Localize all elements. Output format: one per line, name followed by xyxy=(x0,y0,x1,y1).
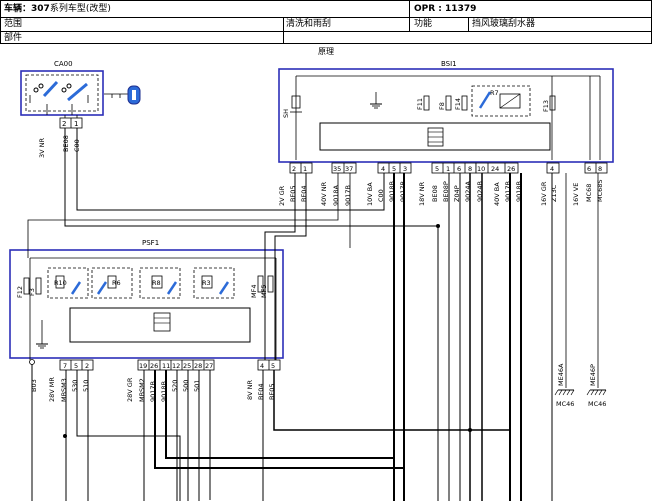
psf-c2-wire-3: 520 xyxy=(171,380,179,392)
bsi-c1-name: 2V GR xyxy=(278,185,286,206)
psf-c2-pin-6: 27 xyxy=(205,362,213,370)
bsi-c4-pin-3: 8 xyxy=(468,165,472,173)
bsi1-module: SH F11 F8 F14 R7 F13 xyxy=(278,68,614,163)
bsi-c5-name: 40V BA xyxy=(493,182,501,206)
diagram-title: 原理 xyxy=(318,47,334,56)
bsi-c5-wire-0: 9024B xyxy=(476,181,484,202)
ground-b-wire: ME46P xyxy=(589,364,597,386)
bsi-sh: SH xyxy=(282,109,290,118)
bsi-c7-pin-0: 6 xyxy=(587,165,591,173)
bsi-c7-name: 16V VE xyxy=(572,183,580,206)
b03-label: B03 xyxy=(30,379,38,392)
ground-b-label: MC46 xyxy=(588,400,606,408)
psf-c2-pin-1: 26 xyxy=(150,362,158,370)
ground-mc46-b: ME46P MC46 xyxy=(586,173,606,408)
wires xyxy=(27,128,553,501)
psf-c1-pin-0: 7 xyxy=(63,362,67,370)
psf-c2-pin-2: 11 xyxy=(162,362,170,370)
psf-c2-wire-5: 501 xyxy=(193,380,201,392)
bsi-c2-pin-0: 35 xyxy=(333,165,341,173)
psf-c2-pin-3: 12 xyxy=(172,362,180,370)
ground-a-wire: ME46A xyxy=(557,363,565,386)
ca00-module xyxy=(20,70,104,116)
bsi-c2-pin-1: 37 xyxy=(345,165,353,173)
psf1-label: PSF1 xyxy=(142,239,159,247)
bsi-c4-pin-1: 1 xyxy=(446,165,450,173)
bsi-c3-pin-1: 5 xyxy=(392,165,396,173)
bsi-f8: F8 xyxy=(438,102,446,110)
junctions xyxy=(63,224,472,438)
psf-connector-row: 7 5 2 28V MR MBSM3 530 510 19 26 11 12 2… xyxy=(48,359,281,402)
bsi1-label: BSI1 xyxy=(441,60,457,68)
bsi-c4-wire-3: 9024A xyxy=(464,180,472,202)
psf-r8: R8 xyxy=(152,279,161,287)
psf-c2-name: 28V GR xyxy=(126,377,134,402)
psf-c2-pin-4: 25 xyxy=(183,362,191,370)
b03-terminal: B03 xyxy=(29,359,38,392)
bsi-c3-name: 10V BA xyxy=(366,182,374,206)
psf-c1-name: 28V MR xyxy=(48,377,56,402)
bsi-c7-wire-1: MC68S xyxy=(596,179,604,202)
bsi-c6-pin-0: 4 xyxy=(550,165,554,173)
wiring-diagram: 原理 CA00 2 1 3V NR BE08 C00 BSI1 SH F11 F… xyxy=(9,47,614,501)
ca00-connector-name: 3V NR xyxy=(38,137,46,158)
bsi-c4-pin-0: 5 xyxy=(435,165,439,173)
bsi-c3-pin-2: 3 xyxy=(403,165,407,173)
psf-r10: R10 xyxy=(54,279,67,287)
psf-c1-pin-1: 5 xyxy=(74,362,78,370)
psf-f3: F3 xyxy=(28,288,36,296)
bsi-c6-wire-0: Z13C xyxy=(550,184,558,202)
bsi-c5-pin-1: 24 xyxy=(491,165,499,173)
psf1-module: F12 F3 R10 R6 R8 R3 MF4 MF5 xyxy=(9,249,284,360)
ground-a-label: MC46 xyxy=(556,400,574,408)
psf-c2-wire-0: MBSM2 xyxy=(138,378,146,402)
bsi-c5-pin-0: 10 xyxy=(477,165,485,173)
psf-c3-pin-1: 5 xyxy=(271,362,275,370)
psf-mf4: MF4 xyxy=(250,285,258,298)
bsi-c7-wire-0: MC68 xyxy=(585,184,593,202)
psf-r3: R3 xyxy=(202,279,211,287)
psf-c2-wire-4: 500 xyxy=(182,380,190,392)
bsi-c4-name: 18V NR xyxy=(418,181,426,206)
psf-c1-wire-2: 510 xyxy=(82,380,90,392)
bsi-c2-wire-0: 9018A xyxy=(332,184,340,206)
ca00-pin-1: 1 xyxy=(74,120,78,128)
psf-c3-name: 8V NR xyxy=(246,379,254,400)
ca00-pin-2: 2 xyxy=(62,120,66,128)
bsi-f13: F13 xyxy=(542,100,550,112)
bsi-c1-pin-1: 1 xyxy=(303,165,307,173)
bsi-c4-pin-2: 6 xyxy=(457,165,461,173)
psf-r6: R6 xyxy=(112,279,121,287)
bsi-c1-wire-0: BF05 xyxy=(289,186,297,202)
ca00-label: CA00 xyxy=(54,60,73,68)
bsi-c5-pin-2: 26 xyxy=(507,165,515,173)
psf-c3-pin-0: 4 xyxy=(260,362,264,370)
bsi-c1-wire-1: BF04 xyxy=(300,186,308,202)
psf-c2-pin-0: 19 xyxy=(139,362,147,370)
bsi-c1-pin-0: 2 xyxy=(292,165,296,173)
psf-c2-pin-5: 28 xyxy=(194,362,202,370)
ground-mc46-a: ME46A MC46 xyxy=(554,173,574,408)
bsi-f14: F14 xyxy=(454,98,462,110)
bsi-f11: F11 xyxy=(416,98,424,110)
psf-c3-wire-0: BF04 xyxy=(257,384,265,400)
bsi-c7-pin-1: 8 xyxy=(598,165,602,173)
psf-c1-wire-1: 530 xyxy=(71,380,79,392)
bsi-c3-pin-0: 4 xyxy=(381,165,385,173)
bsi-connector-row: 2 1 2V GR BF05 BF04 35 37 40V NR 9018A 9… xyxy=(278,162,608,206)
psf-c1-pin-2: 2 xyxy=(85,362,89,370)
psf-mf5: MF5 xyxy=(260,285,268,298)
psf-c3-wire-1: BF05 xyxy=(268,384,276,400)
key-icon xyxy=(104,85,141,105)
psf-c1-wire-0: MBSM3 xyxy=(60,378,68,402)
ca00-wire-be08: BE08 xyxy=(62,135,70,152)
bsi-c6-name: 16V GR xyxy=(540,181,548,206)
bsi-r7: R7 xyxy=(490,89,499,97)
bsi-c2-wire-1: 9017B xyxy=(344,185,352,206)
bsi-c2-name: 40V NR xyxy=(320,181,328,206)
psf-f12: F12 xyxy=(16,286,24,298)
ca00-connector: 2 1 3V NR BE08 C00 xyxy=(38,115,83,158)
bsi-c4-wire-0: BE08 xyxy=(431,185,439,202)
